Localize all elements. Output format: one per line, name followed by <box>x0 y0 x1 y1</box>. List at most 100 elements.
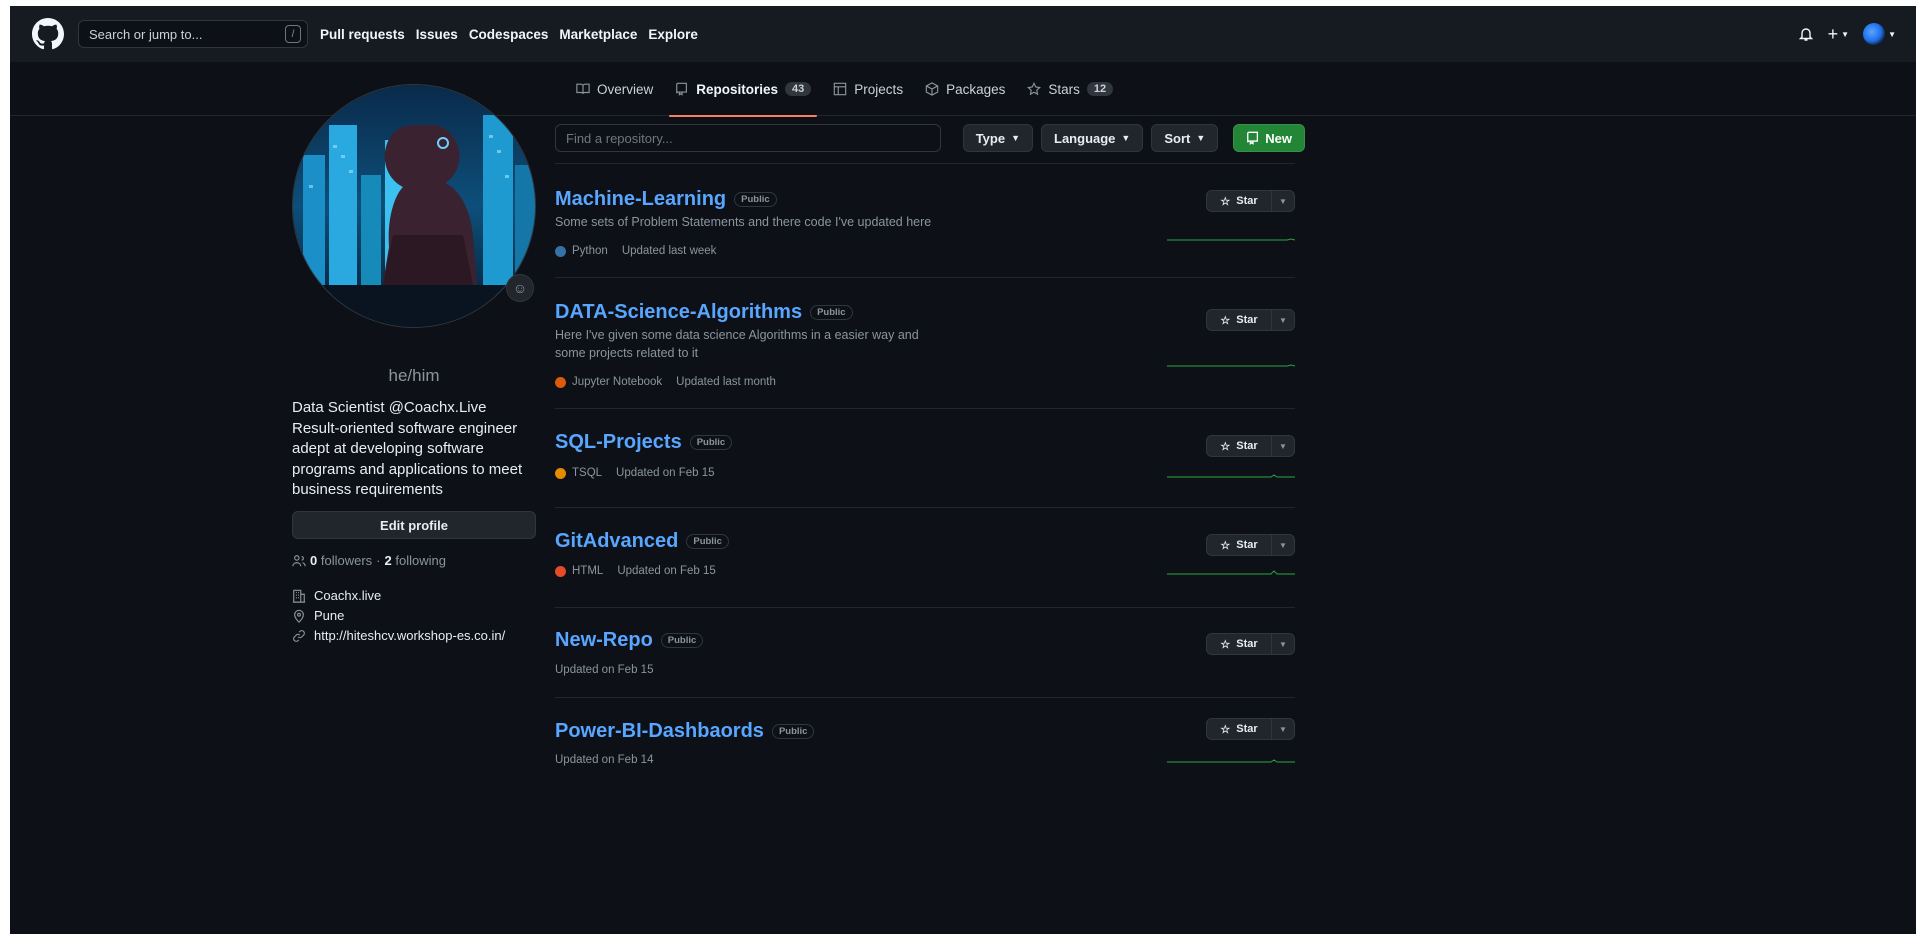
new-repository-button[interactable]: New <box>1233 124 1305 152</box>
followers-link[interactable]: 0 followers <box>310 553 372 568</box>
nav-pull-requests[interactable]: Pull requests <box>320 27 405 42</box>
star-icon: ☆ <box>1220 440 1231 453</box>
type-dropdown[interactable]: Type ▼ <box>962 124 1034 152</box>
website-link[interactable]: http://hiteshcv.workshop-es.co.in/ <box>314 628 505 643</box>
pronouns: he/him <box>388 366 440 385</box>
activity-sparkline <box>1167 759 1295 763</box>
repo-name-link[interactable]: New-Repo <box>555 629 653 652</box>
tab-label: Packages <box>946 81 1006 97</box>
repo-name-link[interactable]: GitAdvanced <box>555 530 678 553</box>
star-button[interactable]: ☆ Star ▼ <box>1206 633 1295 655</box>
profile-location: Pune <box>292 608 344 623</box>
header-actions: + ▼ ▼ <box>1798 23 1896 45</box>
star-icon: ☆ <box>1220 638 1231 651</box>
profile-company: Coachx.live <box>292 588 381 603</box>
tab-overview[interactable]: Overview <box>574 62 655 116</box>
caret-down-icon: ▼ <box>1888 29 1896 39</box>
star-label: Star <box>1236 195 1258 207</box>
star-list-dropdown[interactable]: ▼ <box>1272 541 1294 550</box>
visibility-badge: Public <box>689 435 733 450</box>
separator: · <box>376 553 381 568</box>
following-count: 2 <box>384 553 392 568</box>
nav-explore[interactable]: Explore <box>648 27 698 42</box>
tab-label: Stars <box>1048 81 1080 97</box>
star-label: Star <box>1236 539 1258 551</box>
repo-updated: Updated last month <box>676 376 776 388</box>
followers-count: 0 <box>310 553 318 568</box>
visibility-badge: Public <box>810 305 853 320</box>
avatar-illustration <box>293 85 535 327</box>
profile-tabs: Overview Repositories 43 Projects Packag… <box>10 62 1916 117</box>
new-label: New <box>1265 130 1292 146</box>
profile-bio: Data Scientist @Coachx.Live Result-orien… <box>292 399 523 498</box>
github-logo-icon[interactable] <box>32 18 64 50</box>
star-icon: ☆ <box>1220 723 1231 736</box>
tab-stars[interactable]: Stars 12 <box>1025 62 1115 116</box>
list-item: New-Repo Public Updated on Feb 15 ☆ Star … <box>555 607 1295 697</box>
nav-codespaces[interactable]: Codespaces <box>469 27 549 42</box>
activity-sparkline <box>1167 238 1295 241</box>
following-link[interactable]: 2 following <box>385 553 446 568</box>
repositories-count: 43 <box>785 82 812 96</box>
star-button[interactable]: ☆ Star ▼ <box>1206 718 1295 740</box>
tab-repositories[interactable]: Repositories 43 <box>669 62 818 117</box>
sort-dropdown[interactable]: Sort ▼ <box>1151 124 1219 152</box>
repo-name-link[interactable]: DATA-Science-Algorithms <box>555 301 802 324</box>
tab-projects[interactable]: Projects <box>831 62 905 116</box>
star-button[interactable]: ☆ Star ▼ <box>1206 309 1295 331</box>
language-dropdown[interactable]: Language ▼ <box>1041 124 1144 152</box>
edit-profile-button[interactable]: Edit profile <box>292 511 536 539</box>
user-menu-button[interactable]: ▼ <box>1863 23 1896 45</box>
star-list-dropdown[interactable]: ▼ <box>1272 442 1294 451</box>
star-label: Star <box>1236 638 1258 650</box>
search-input[interactable]: Search or jump to... / <box>78 20 308 48</box>
tab-label: Overview <box>597 81 654 97</box>
visibility-badge: Public <box>734 192 777 207</box>
repo-name-link[interactable]: Machine-Learning <box>555 188 726 211</box>
star-list-dropdown[interactable]: ▼ <box>1272 316 1294 325</box>
star-label: Star <box>1236 723 1258 735</box>
tab-packages[interactable]: Packages <box>923 62 1007 116</box>
repo-language: Jupyter Notebook <box>572 376 663 388</box>
activity-sparkline <box>1167 364 1295 367</box>
create-new-button[interactable]: + ▼ <box>1828 24 1849 45</box>
find-repository-input[interactable]: Find a repository... <box>555 124 941 152</box>
star-list-dropdown[interactable]: ▼ <box>1272 640 1294 649</box>
repo-name-link[interactable]: SQL-Projects <box>555 431 682 454</box>
repo-icon <box>676 82 688 96</box>
repo-updated: Updated on Feb 15 <box>617 565 716 577</box>
followers-info: 0 followers · 2 following <box>292 553 446 568</box>
nav-issues[interactable]: Issues <box>416 27 458 42</box>
list-item: SQL-Projects Public TSQL Updated on Feb … <box>555 408 1295 507</box>
package-icon <box>925 82 939 96</box>
avatar <box>1863 23 1886 45</box>
caret-down-icon: ▼ <box>1196 133 1206 143</box>
language-color-dot <box>555 467 566 479</box>
star-button[interactable]: ☆ Star ▼ <box>1206 190 1295 212</box>
star-icon: ☆ <box>1220 314 1231 327</box>
search-shortcut-key: / <box>285 25 301 43</box>
list-item: DATA-Science-Algorithms Public Here I've… <box>555 277 1295 408</box>
repo-updated: Updated on Feb 15 <box>555 664 654 676</box>
building-icon <box>292 589 306 603</box>
star-list-dropdown[interactable]: ▼ <box>1272 725 1294 734</box>
top-header: Search or jump to... / Pull requests Iss… <box>10 6 1916 62</box>
followers-label: followers <box>320 553 373 568</box>
repo-name-link[interactable]: Power-BI-Dashbaords <box>555 720 764 743</box>
language-color-dot <box>555 565 566 577</box>
profile-avatar[interactable] <box>292 84 536 328</box>
star-label: Star <box>1236 314 1258 326</box>
main-nav: Pull requests Issues Codespaces Marketpl… <box>320 27 698 42</box>
star-button[interactable]: ☆ Star ▼ <box>1206 534 1295 556</box>
star-button[interactable]: ☆ Star ▼ <box>1206 435 1295 457</box>
profile-website: http://hiteshcv.workshop-es.co.in/ <box>292 628 505 643</box>
bell-icon[interactable] <box>1798 26 1814 42</box>
repo-description: Some sets of Problem Statements and ther… <box>555 215 932 229</box>
repo-updated: Updated on Feb 14 <box>555 754 654 766</box>
nav-marketplace[interactable]: Marketplace <box>559 27 637 42</box>
visibility-badge: Public <box>771 724 815 739</box>
star-list-dropdown[interactable]: ▼ <box>1272 197 1294 206</box>
set-status-button[interactable]: ☺ <box>506 274 534 302</box>
following-label: following <box>395 553 446 568</box>
book-icon <box>576 83 590 94</box>
